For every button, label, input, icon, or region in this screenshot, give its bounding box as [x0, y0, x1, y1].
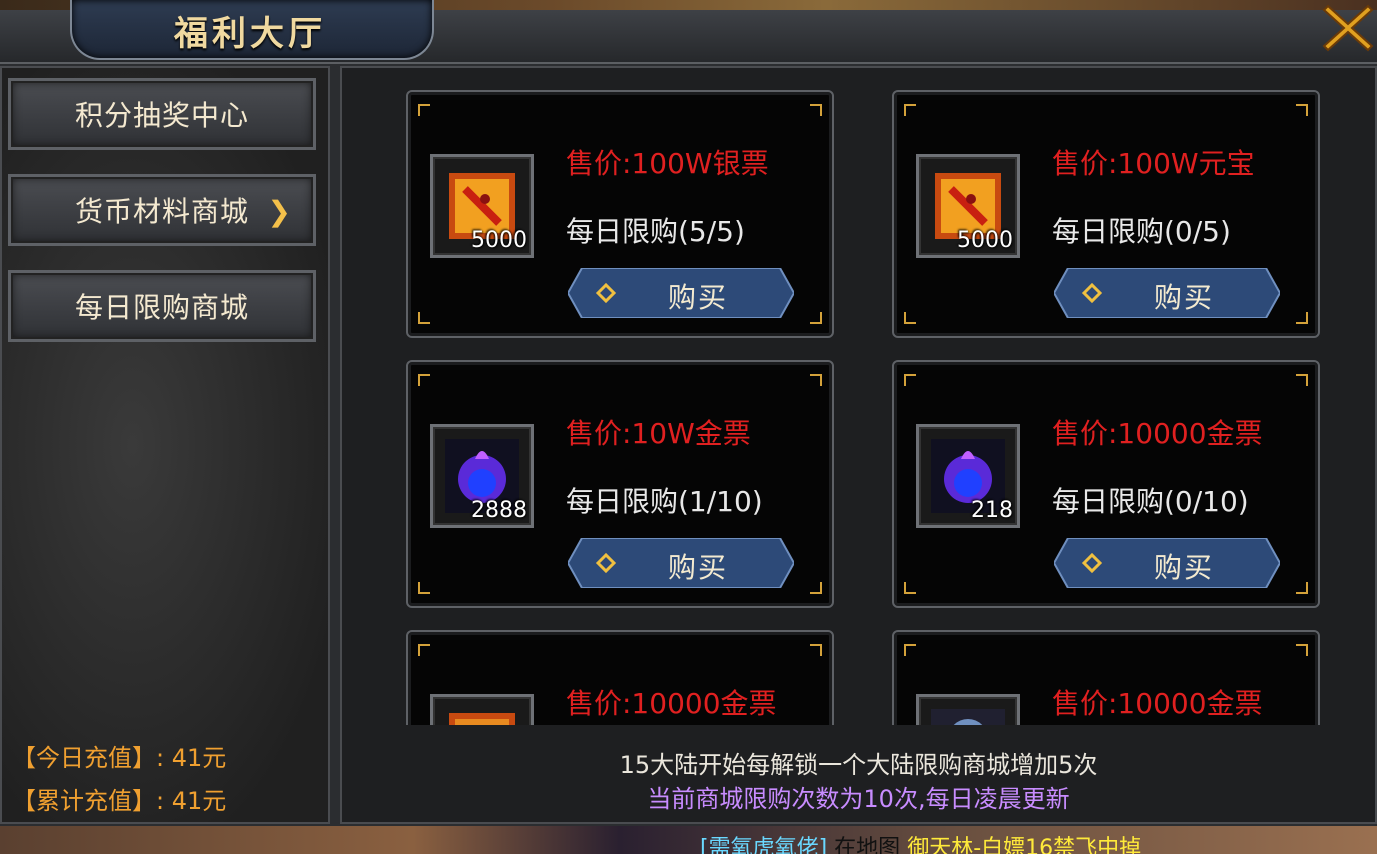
- buy-button[interactable]: 购买: [568, 538, 794, 588]
- sidebar-item-points-lottery[interactable]: 积分抽奖中心: [8, 78, 316, 150]
- shop-item-card: 5000 售价:100W银票 每日限购(5/5) 购买: [406, 90, 834, 338]
- sidebar-item-currency-shop[interactable]: 货币材料商城 ❯: [8, 174, 316, 246]
- item-price: 售价:10W金票: [566, 417, 751, 450]
- buy-button-label: 购买: [667, 281, 728, 314]
- item-limit: 每日限购(1/10): [566, 485, 763, 518]
- note-unlock-rule: 15大陆开始每解锁一个大陆限购商城增加5次: [619, 751, 1098, 779]
- shop-item-card: 售价:10000金票: [892, 630, 1320, 725]
- recharge-today: 【今日充值】: 41元: [12, 744, 227, 772]
- shop-item-card: 218 售价:10000金票 每日限购(0/10) 购买: [892, 360, 1320, 608]
- broadcast-text: 在地图: [834, 836, 901, 854]
- item-price: 售价:100W银票: [566, 147, 769, 180]
- note-current-limit: 当前商城限购次数为10次,每日凌晨更新: [647, 785, 1070, 813]
- shop-grid[interactable]: 5000 售价:100W银票 每日限购(5/5) 购买 5000 售价:100W…: [360, 78, 1360, 725]
- item-slot[interactable]: [430, 694, 534, 725]
- buy-button[interactable]: 购买: [568, 268, 794, 318]
- item-slot[interactable]: 5000: [916, 154, 1020, 258]
- item-limit: 每日限购(0/5): [1052, 215, 1231, 248]
- item-slot[interactable]: 2888: [430, 424, 534, 528]
- item-price: 售价:100W元宝: [1052, 147, 1255, 180]
- buy-button[interactable]: 购买: [1054, 538, 1280, 588]
- item-limit: 每日限购(5/5): [566, 215, 745, 248]
- blue-item-icon: [931, 709, 1005, 725]
- sidebar-item-daily-limited-shop[interactable]: 每日限购商城: [8, 270, 316, 342]
- shop-item-card: 售价:10000金票: [406, 630, 834, 725]
- background-scene-bottom: [需氧虎氧佬] 在地图 御天林-白嫖16禁飞中掉: [0, 826, 1377, 854]
- sidebar-item-label: 货币材料商城: [74, 195, 249, 228]
- item-slot[interactable]: [916, 694, 1020, 725]
- buy-button-label: 购买: [1153, 551, 1214, 584]
- close-x-icon: [1322, 4, 1373, 52]
- shop-item-card: 2888 售价:10W金票 每日限购(1/10) 购买: [406, 360, 834, 608]
- shop-notes: 15大陆开始每解锁一个大陆限购商城增加5次 当前商城限购次数为10次,每日凌晨更…: [342, 748, 1375, 816]
- buy-button-label: 购买: [1153, 281, 1214, 314]
- recharge-total: 【累计充值】: 41元: [12, 787, 227, 815]
- item-slot[interactable]: 5000: [430, 154, 534, 258]
- close-button[interactable]: [1318, 0, 1377, 56]
- buy-button-label: 购买: [667, 551, 728, 584]
- shop-item-card: 5000 售价:100W元宝 每日限购(0/5) 购买: [892, 90, 1320, 338]
- chevron-right-icon: ❯: [267, 195, 291, 228]
- item-slot[interactable]: 218: [916, 424, 1020, 528]
- item-count: 5000: [957, 228, 1013, 253]
- item-limit: 每日限购(0/10): [1052, 485, 1249, 518]
- item-count: 218: [971, 498, 1013, 523]
- broadcast-player: [需氧虎氧佬]: [700, 836, 828, 854]
- item-price: 售价:10000金票: [1052, 417, 1263, 450]
- window-title: 福利大厅: [174, 14, 326, 54]
- sidebar-item-label: 每日限购商城: [74, 291, 249, 324]
- orange-item-icon: [449, 713, 515, 725]
- broadcast-location: 御天林-白嫖16禁飞中掉: [907, 836, 1142, 854]
- item-price: 售价:10000金票: [566, 687, 777, 720]
- system-broadcast: [需氧虎氧佬] 在地图 御天林-白嫖16禁飞中掉: [700, 830, 1141, 854]
- item-count: 2888: [471, 498, 527, 523]
- item-price: 售价:10000金票: [1052, 687, 1263, 720]
- item-count: 5000: [471, 228, 527, 253]
- buy-button[interactable]: 购买: [1054, 268, 1280, 318]
- sidebar-item-label: 积分抽奖中心: [74, 99, 249, 132]
